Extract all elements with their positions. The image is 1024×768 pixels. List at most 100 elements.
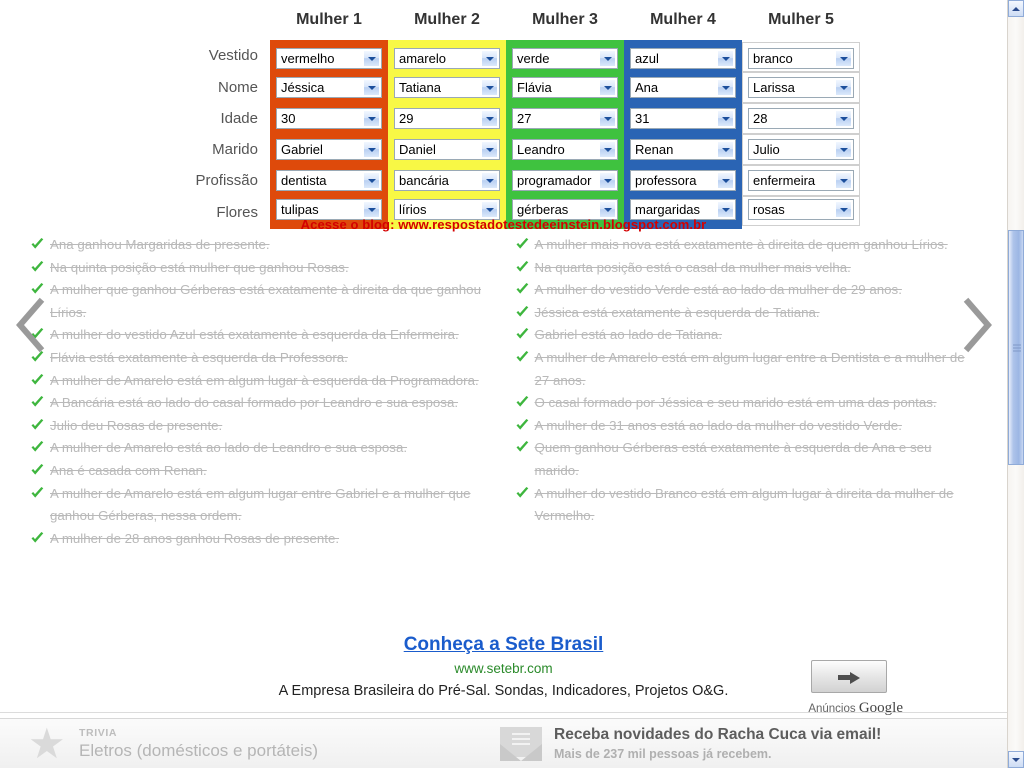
chevron-down-icon[interactable] <box>481 201 498 218</box>
dropdown-marido-col4[interactable]: Renan <box>630 139 736 160</box>
chevron-down-icon[interactable] <box>599 201 616 218</box>
dropdown-idade-col4[interactable]: 31 <box>630 108 736 129</box>
dropdown-profissão-col5[interactable]: enfermeira <box>748 170 854 191</box>
chevron-down-icon[interactable] <box>363 50 380 67</box>
chevron-down-icon[interactable] <box>599 110 616 127</box>
dropdown-idade-col5[interactable]: 28 <box>748 108 854 129</box>
dropdown-idade-col3[interactable]: 27 <box>512 108 618 129</box>
cell-padding: Daniel <box>388 136 506 163</box>
dropdown-value: gérberas <box>517 202 569 217</box>
chevron-down-icon[interactable] <box>481 110 498 127</box>
chevron-down-icon[interactable] <box>363 172 380 189</box>
chevron-down-icon[interactable] <box>835 79 852 96</box>
dropdown-marido-col2[interactable]: Daniel <box>394 139 500 160</box>
dropdown-profissão-col3[interactable]: programador <box>512 170 618 191</box>
scrollbar-thumb[interactable] <box>1008 230 1024 465</box>
chevron-down-icon[interactable] <box>835 50 852 67</box>
chevron-down-icon[interactable] <box>717 172 734 189</box>
chevron-down-icon[interactable] <box>717 110 734 127</box>
chevron-right-icon[interactable] <box>960 296 994 354</box>
dropdown-value: lírios <box>399 202 427 217</box>
chevron-down-icon[interactable] <box>717 50 734 67</box>
check-icon <box>30 440 45 455</box>
ad-brand-prefix: Anúncios <box>808 703 859 715</box>
dropdown-marido-col3[interactable]: Leandro <box>512 139 618 160</box>
dropdown-nome-col1[interactable]: Jéssica <box>276 77 382 98</box>
dropdown-vestido-col1[interactable]: vermelho <box>276 48 382 69</box>
clue-item: A mulher do vestido Branco está em algum… <box>513 483 980 528</box>
dropdown-value: Julio <box>753 142 780 157</box>
dropdown-nome-col4[interactable]: Ana <box>630 77 736 98</box>
scroll-up-button[interactable] <box>1008 0 1024 17</box>
check-icon <box>30 282 45 297</box>
clue-text: Julio deu Rosas de presente. <box>50 417 223 433</box>
chevron-down-icon[interactable] <box>835 172 852 189</box>
triangle-up-icon <box>1012 6 1020 11</box>
chevron-down-icon[interactable] <box>481 50 498 67</box>
dropdown-value: enfermeira <box>753 173 816 188</box>
dropdown-vestido-col3[interactable]: verde <box>512 48 618 69</box>
vertical-scrollbar[interactable] <box>1007 0 1024 768</box>
dropdown-marido-col5[interactable]: Julio <box>748 139 854 160</box>
dropdown-value: Leandro <box>517 142 565 157</box>
clue-text: A mulher que ganhou Gérberas está exatam… <box>50 282 481 320</box>
chevron-down-icon[interactable] <box>363 79 380 96</box>
ad-next-arrow-button[interactable] <box>811 660 887 693</box>
dropdown-marido-col1[interactable]: Gabriel <box>276 139 382 160</box>
dropdown-profissão-col2[interactable]: bancária <box>394 170 500 191</box>
dropdown-idade-col1[interactable]: 30 <box>276 108 382 129</box>
envelope-flap-left <box>500 744 521 761</box>
dropdown-nome-col3[interactable]: Flávia <box>512 77 618 98</box>
triangle-down-glyph <box>721 207 730 212</box>
table-row: Profissão dentista bancária programador prof… <box>147 165 860 196</box>
table-body: Vestido vermelho amarelo verde azul branco Nom… <box>147 39 860 229</box>
ad-title-link[interactable]: Conheça a Sete Brasil <box>0 632 1007 658</box>
chevron-down-icon[interactable] <box>363 141 380 158</box>
chevron-left-icon[interactable] <box>14 296 48 354</box>
check-icon <box>30 418 45 433</box>
chevron-down-icon[interactable] <box>481 172 498 189</box>
footer-newsletter-block[interactable]: Receba novidades do Racha Cuca via email… <box>500 725 881 763</box>
cell-padding: bancária <box>388 167 506 194</box>
clue-text: O casal formado por Jéssica e seu marido… <box>534 395 937 411</box>
column-header-1: Mulher 1 <box>296 11 362 28</box>
dropdown-vestido-col5[interactable]: branco <box>748 48 854 69</box>
triangle-down-glyph <box>839 147 848 152</box>
dropdown-nome-col2[interactable]: Tatiana <box>394 77 500 98</box>
dropdown-nome-col5[interactable]: Larissa <box>748 77 854 98</box>
page-root: Mulher 1 Mulher 2 Mulher 3 Mulher 4 Mulh… <box>0 0 1024 768</box>
chevron-down-icon[interactable] <box>717 201 734 218</box>
star-icon: ★ <box>28 720 66 767</box>
dropdown-vestido-col2[interactable]: amarelo <box>394 48 500 69</box>
clue-text: Flávia está exatamente à esquerda da Pro… <box>50 349 348 365</box>
scroll-down-button[interactable] <box>1008 751 1024 768</box>
dropdown-value: 27 <box>517 111 532 126</box>
chevron-down-icon[interactable] <box>717 79 734 96</box>
clue-text: A Bancária está ao lado do casal formado… <box>50 395 459 411</box>
triangle-down-glyph <box>721 147 730 152</box>
chevron-down-icon[interactable] <box>599 79 616 96</box>
chevron-down-icon[interactable] <box>835 110 852 127</box>
chevron-down-icon[interactable] <box>599 50 616 67</box>
chevron-down-icon[interactable] <box>363 201 380 218</box>
grid-cell-c4-r5: professora <box>624 165 742 196</box>
chevron-down-icon[interactable] <box>363 110 380 127</box>
chevron-down-icon[interactable] <box>717 141 734 158</box>
clue-item: A mulher de 28 anos ganhou Rosas de pres… <box>28 528 495 551</box>
footer-trivia-block[interactable]: ★ TRIVIA Eletros (domésticos e portáteis… <box>28 720 318 767</box>
dropdown-vestido-col4[interactable]: azul <box>630 48 736 69</box>
clue-item: Flávia está exatamente à esquerda da Pro… <box>28 347 495 370</box>
chevron-down-icon[interactable] <box>481 141 498 158</box>
footer-divider <box>0 712 1007 713</box>
dropdown-profissão-col4[interactable]: professora <box>630 170 736 191</box>
chevron-down-icon[interactable] <box>481 79 498 96</box>
dropdown-idade-col2[interactable]: 29 <box>394 108 500 129</box>
dropdown-profissão-col1[interactable]: dentista <box>276 170 382 191</box>
clue-item: O casal formado por Jéssica e seu marido… <box>513 392 980 415</box>
dropdown-value: 31 <box>635 111 650 126</box>
chevron-down-icon[interactable] <box>599 141 616 158</box>
chevron-down-icon[interactable] <box>835 141 852 158</box>
chevron-down-icon[interactable] <box>599 172 616 189</box>
chevron-down-icon[interactable] <box>835 201 852 218</box>
check-icon <box>515 486 530 501</box>
